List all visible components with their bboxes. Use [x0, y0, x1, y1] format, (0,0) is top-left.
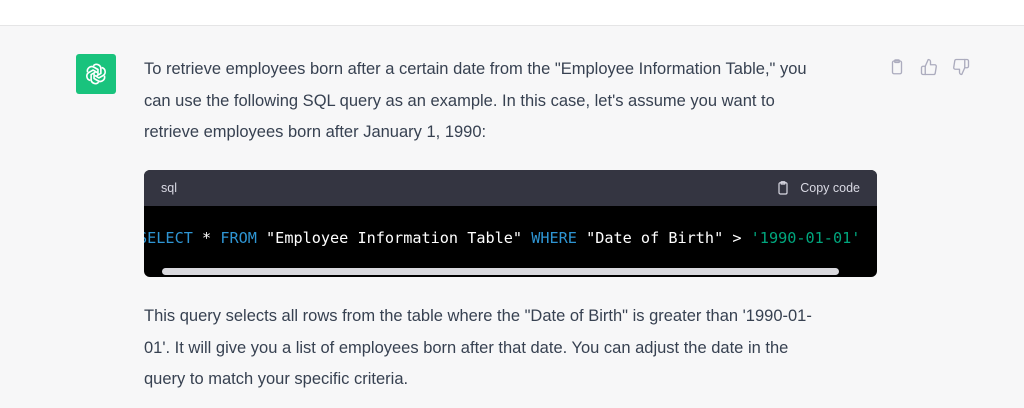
scrollbar-thumb[interactable] — [162, 268, 839, 275]
copy-message-button[interactable] — [886, 56, 908, 78]
code-block: sql Copy code SELECT * FROM "Employee In… — [144, 170, 877, 277]
top-bar — [0, 0, 1024, 26]
outro-line: query to match your specific criteria. — [144, 370, 409, 388]
sql-token: * — [192, 229, 221, 247]
intro-line: retrieve employees born after January 1,… — [144, 123, 487, 141]
thumbs-up-icon — [920, 58, 937, 76]
thumbs-down-icon — [953, 58, 970, 76]
sql-identifier: "Employee Information Table" — [256, 229, 532, 247]
assistant-message: To retrieve employees born after a certa… — [0, 26, 1024, 408]
intro-line: can use the following SQL query as an ex… — [144, 91, 775, 110]
thumbs-up-button[interactable] — [918, 56, 940, 78]
sql-string: '1990-01-01' — [750, 229, 861, 247]
code-line: SELECT * FROM "Employee Information Tabl… — [144, 229, 860, 247]
intro-line: To retrieve employees born after a certa… — [144, 60, 807, 78]
openai-logo-icon — [86, 63, 106, 85]
horizontal-scrollbar[interactable] — [144, 267, 877, 277]
code-block-header: sql Copy code — [144, 170, 877, 206]
outro-line: 01'. It will give you a list of employee… — [144, 338, 789, 357]
sql-keyword: WHERE — [531, 229, 577, 247]
message-actions — [886, 56, 972, 78]
code-language-label: sql — [161, 181, 177, 195]
sql-identifier: "Date of Birth" > — [576, 229, 751, 247]
sql-keyword: FROM — [220, 229, 257, 247]
clipboard-icon — [778, 181, 788, 195]
clipboard-icon — [891, 59, 903, 75]
sql-keyword: SELECT — [144, 229, 193, 247]
copy-code-button[interactable]: Copy code — [775, 180, 860, 196]
message-outro: This query selects all rows from the tab… — [144, 301, 874, 396]
assistant-avatar — [76, 54, 116, 94]
copy-code-label: Copy code — [800, 181, 860, 195]
code-body: SELECT * FROM "Employee Information Tabl… — [144, 206, 877, 277]
message-intro: To retrieve employees born after a certa… — [144, 54, 874, 149]
thumbs-down-button[interactable] — [950, 56, 972, 78]
outro-line: This query selects all rows from the tab… — [144, 307, 812, 325]
